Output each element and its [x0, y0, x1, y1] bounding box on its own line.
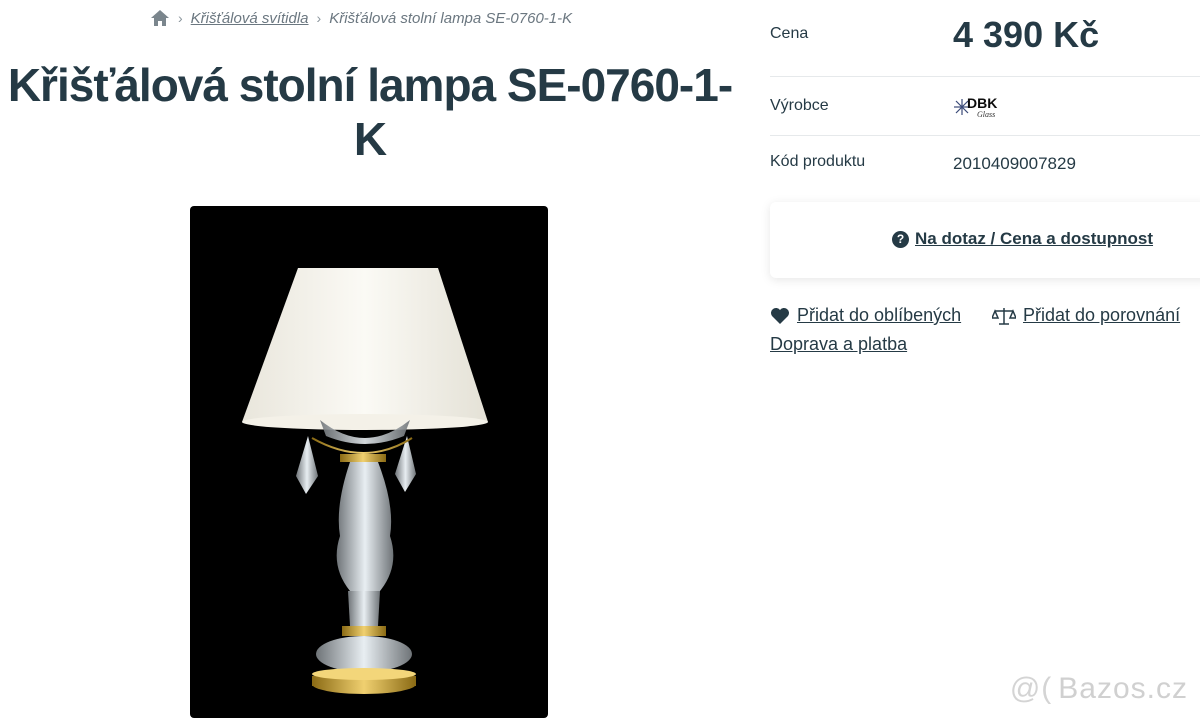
chevron-right-icon: › — [316, 10, 322, 26]
watermark: @( Bazos.cz — [1010, 672, 1188, 706]
watermark-text: Bazos.cz — [1058, 672, 1188, 705]
maker-row: Výrobce DBK Glass — [770, 77, 1200, 136]
product-info-table: Cena 4 390 Kč Výrobce DBK Glass Kód prod… — [770, 0, 1200, 198]
bazos-logo-icon: @( — [1009, 672, 1053, 705]
maker-logo-sub: Glass — [977, 110, 995, 119]
favorites-label: Přidat do oblíbených — [797, 305, 962, 325]
question-circle-icon: ? — [892, 230, 909, 248]
code-value: 2010409007829 — [953, 154, 1076, 173]
code-row: Kód produktu 2010409007829 — [770, 136, 1200, 198]
inquiry-link[interactable]: ? Na dotaz / Cena a dostupnost — [892, 229, 1153, 249]
price-value: 4 390 Kč — [953, 14, 1100, 55]
page-title: Křišťálová stolní lampa SE-0760-1-K — [7, 59, 733, 165]
shipping-payment-link[interactable]: Doprava a platba — [770, 334, 907, 355]
chevron-right-icon: › — [178, 10, 183, 26]
inquiry-label: Na dotaz / Cena a dostupnost — [915, 229, 1154, 248]
code-label: Kód produktu — [770, 153, 866, 170]
breadcrumb-current: Křišťálová stolní lampa SE-0760-1-K — [329, 9, 573, 27]
inquiry-box: ? Na dotaz / Cena a dostupnost — [770, 202, 1200, 278]
price-label: Cena — [770, 25, 809, 42]
heart-icon — [771, 307, 789, 324]
home-icon[interactable] — [150, 9, 170, 27]
price-row: Cena 4 390 Kč — [770, 0, 1200, 77]
compare-label: Přidat do porovnání — [1023, 305, 1181, 325]
breadcrumb: › Křišťálová svítidla › Křišťálová stoln… — [150, 8, 572, 28]
add-to-compare-link[interactable]: Přidat do porovnání — [992, 305, 1180, 326]
maker-label: Výrobce — [770, 97, 829, 114]
maker-logo-text: DBK — [967, 95, 997, 111]
add-to-favorites-link[interactable]: Přidat do oblíbených — [770, 305, 961, 326]
maker-logo[interactable]: DBK Glass — [953, 91, 1009, 126]
scales-icon — [992, 307, 1016, 325]
breadcrumb-link-category[interactable]: Křišťálová svítidla — [191, 10, 309, 27]
product-image[interactable] — [190, 206, 548, 718]
